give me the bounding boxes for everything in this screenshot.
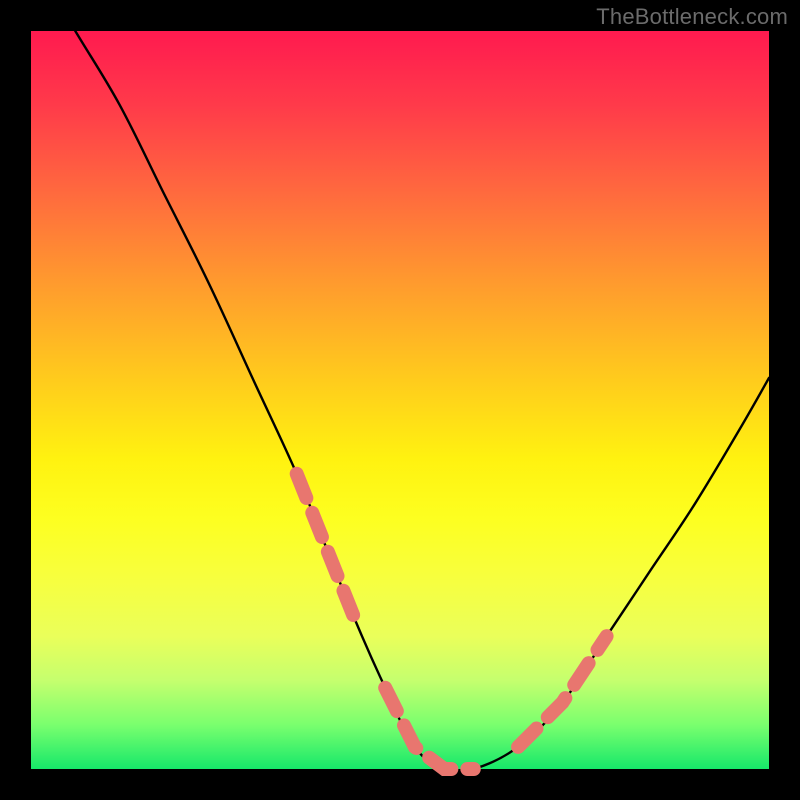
- bottleneck-curve-path: [31, 0, 769, 772]
- curve-group: [31, 0, 769, 772]
- watermark-text: TheBottleneck.com: [596, 4, 788, 30]
- outer-frame: TheBottleneck.com: [0, 0, 800, 800]
- marker-segment-0: [297, 474, 356, 622]
- marker-segment-2: [518, 636, 607, 747]
- marker-segment-1: [385, 688, 474, 769]
- curve-svg: [31, 31, 769, 769]
- marker-group: [297, 474, 607, 769]
